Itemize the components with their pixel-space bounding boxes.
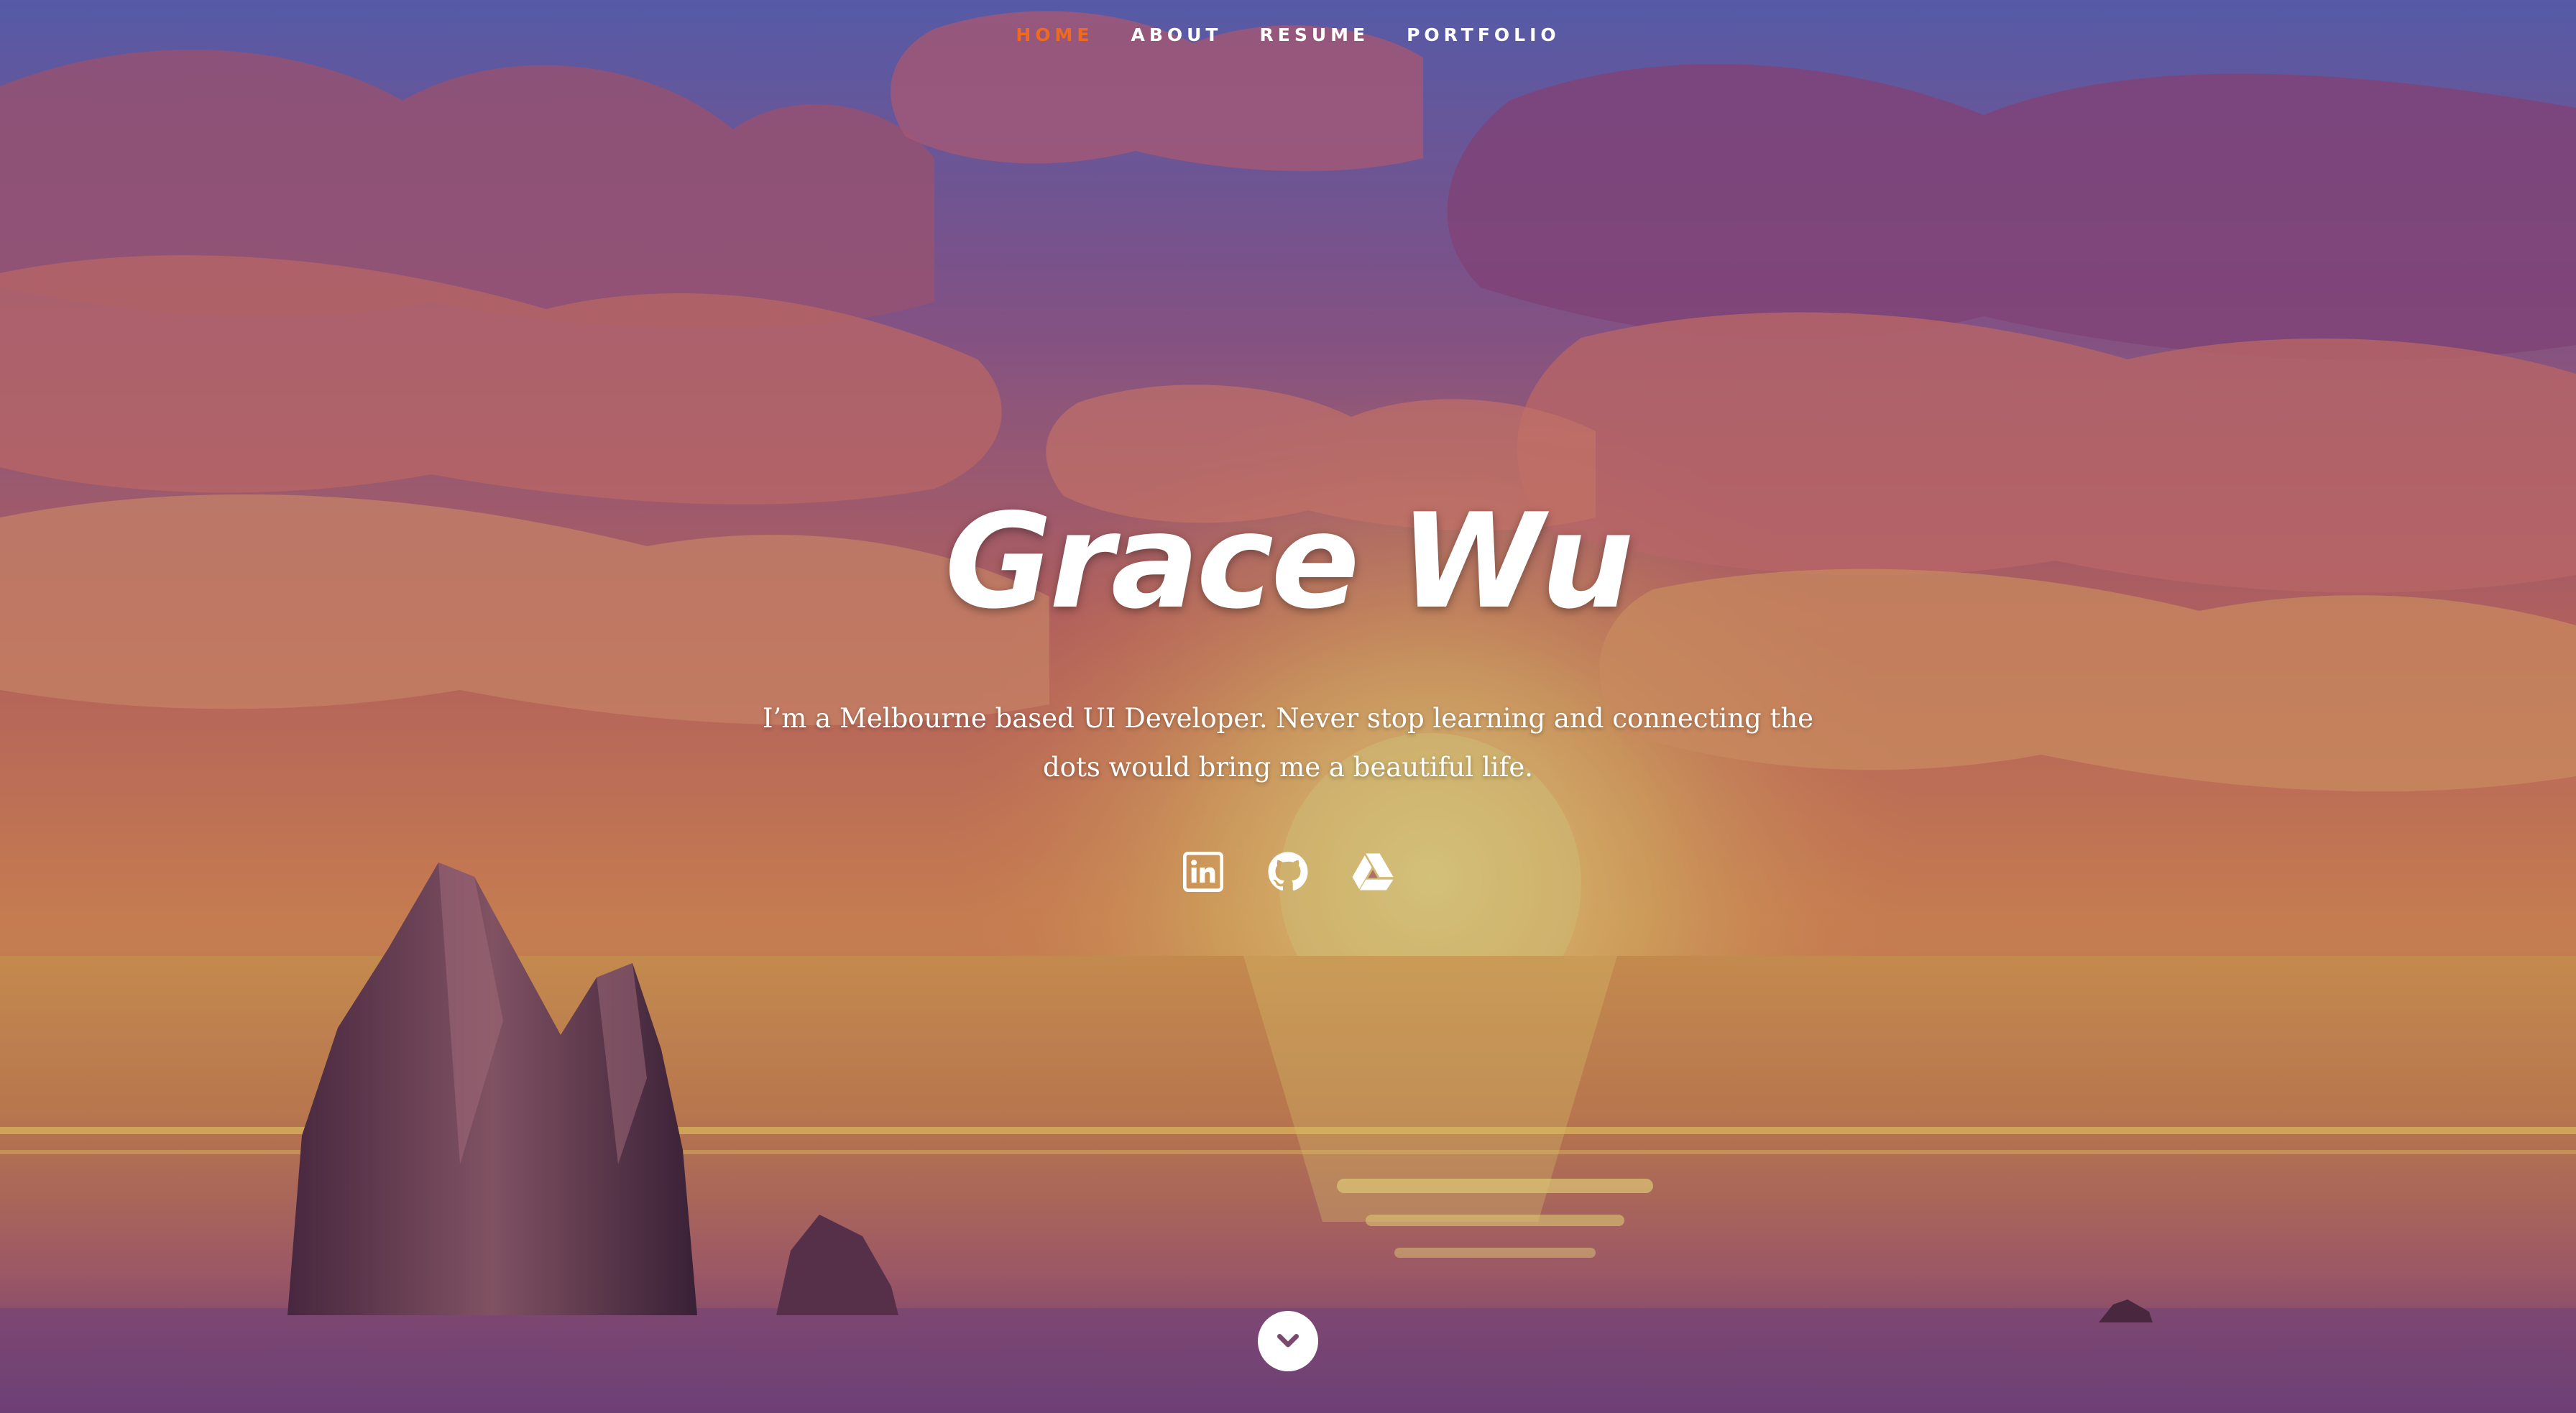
hero-tagline: I’m a Melbourne based UI Developer. Neve…	[762, 703, 1814, 783]
nav-portfolio-link[interactable]: Portfolio	[1407, 24, 1560, 45]
nav-home-link[interactable]: Home	[1016, 24, 1093, 45]
chevron-down-icon	[1277, 1334, 1299, 1348]
google-drive-link[interactable]	[1351, 850, 1395, 894]
github-icon	[1268, 852, 1308, 891]
nav-resume-link[interactable]: Resume	[1259, 24, 1369, 45]
main-nav: Home About Resume Portfolio	[0, 19, 2576, 50]
linkedin-link[interactable]	[1181, 850, 1225, 894]
social-links	[0, 850, 2576, 894]
google-drive-icon	[1352, 853, 1394, 890]
github-link[interactable]	[1266, 850, 1310, 894]
hero-name: Grace Wu	[944, 485, 1634, 638]
scroll-down-button[interactable]	[1258, 1311, 1318, 1371]
linkedin-icon	[1183, 852, 1223, 892]
nav-about-link[interactable]: About	[1131, 24, 1222, 45]
